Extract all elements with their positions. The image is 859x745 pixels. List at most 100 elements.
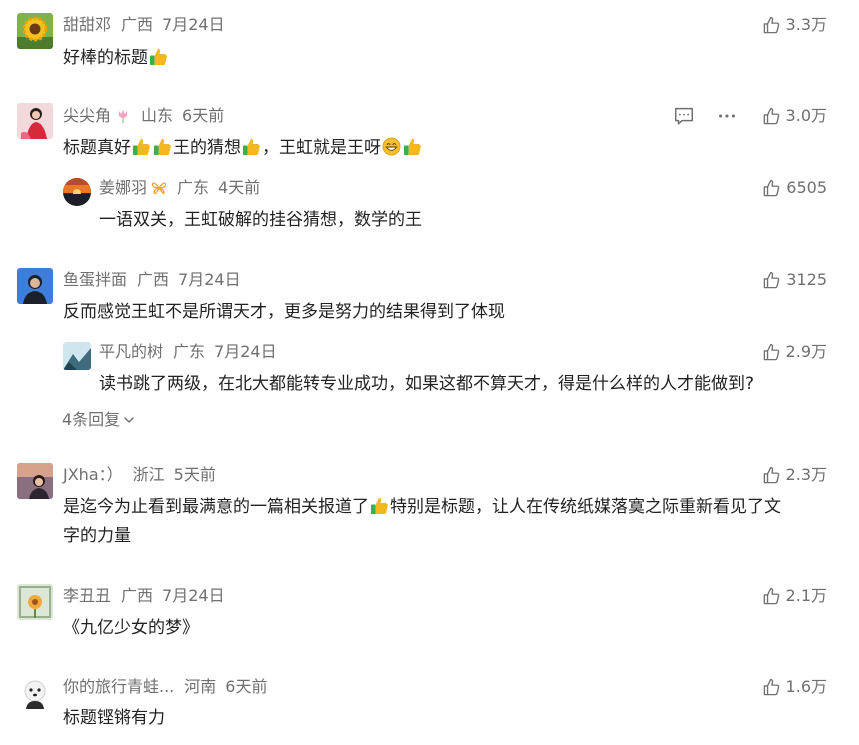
landscape-avatar: [63, 342, 91, 370]
avatar[interactable]: [17, 584, 53, 620]
avatar[interactable]: [17, 463, 53, 499]
location: 广西: [137, 270, 170, 289]
thumbs-up-emoji: [149, 47, 168, 66]
comment-text-part: ，王虹就是王呀: [262, 138, 381, 158]
location: 山东: [141, 106, 174, 125]
avatar[interactable]: [63, 342, 91, 370]
like-count: 3125: [786, 270, 827, 289]
like-button[interactable]: 1.6万: [762, 677, 827, 697]
location: 河南: [184, 677, 217, 696]
thumbs-up-emoji: [132, 137, 151, 156]
location: 广东: [177, 178, 210, 197]
avatar[interactable]: [17, 268, 53, 304]
comment-meta: 李丑丑 广西 7月24日: [63, 586, 225, 606]
thumbs-up-icon: [762, 587, 781, 606]
username[interactable]: 李丑丑: [63, 586, 111, 606]
timestamp: 7月24日: [162, 586, 225, 605]
comment-text: 标题铿锵有力: [63, 708, 165, 728]
like-button[interactable]: 6505: [762, 178, 827, 198]
username[interactable]: 甜甜邓: [63, 15, 111, 35]
comment-meta: 鱼蛋拌面 广西 7月24日: [63, 270, 241, 290]
timestamp: 6天前: [225, 677, 268, 696]
location: 广西: [121, 586, 154, 605]
reply-text: 一语双关，王虹破解的挂谷猜想，数学的王: [99, 210, 422, 230]
username[interactable]: 尖尖角: [63, 106, 111, 126]
blue-man-avatar: [17, 268, 53, 304]
thumbs-up-icon: [762, 343, 781, 362]
comment-text: 好棒的标题: [63, 44, 169, 73]
thumbs-up-icon: [762, 271, 781, 290]
username[interactable]: 鱼蛋拌面: [63, 270, 127, 290]
more-replies-link[interactable]: 4条回复: [62, 409, 135, 431]
like-button[interactable]: 2.3万: [762, 465, 827, 485]
location: 广东: [173, 342, 206, 361]
thumbs-up-emoji: [153, 137, 172, 156]
like-count: 2.1万: [785, 586, 827, 605]
woman-red-dress-avatar: [17, 103, 53, 139]
comment-meta: 你的旅行青蛙... 河南 6天前: [63, 677, 267, 697]
comment-text: 《九亿少女的梦》: [63, 618, 199, 638]
comment-text-part: 是迄今为止看到最满意的一篇相关报道了: [63, 497, 369, 517]
avatar[interactable]: [17, 13, 53, 49]
more-replies-label: 4条回复: [62, 410, 121, 429]
butterfly-icon: [151, 180, 167, 196]
sunflower-avatar: [17, 13, 53, 49]
username[interactable]: 平凡的树: [99, 342, 163, 362]
white-dog-avatar: [17, 675, 53, 711]
girl-dusk-avatar: [17, 463, 53, 499]
tulip-icon: [115, 108, 131, 124]
comment-text: 反而感觉王虹不是所谓天才，更多是努力的结果得到了体现: [63, 302, 505, 322]
thumbs-up-icon: [762, 466, 781, 485]
thumbs-up-emoji: [403, 137, 422, 156]
avatar[interactable]: [17, 675, 53, 711]
thumbs-up-icon: [762, 16, 781, 35]
thumbs-up-icon: [762, 678, 781, 697]
sunset-avatar: [63, 178, 91, 206]
thumbs-up-emoji: [242, 137, 261, 156]
timestamp: 7月24日: [178, 270, 241, 289]
reply-text: 读书跳了两级，在北大都能转专业成功，如果这都不算天才，得是什么样的人才能做到?: [99, 374, 755, 394]
comment-text-part: 特别是标题，让人在传统纸媒落寞之际重新看见了文: [390, 497, 781, 517]
more-dots-icon[interactable]: [716, 105, 738, 127]
flower-window-avatar: [17, 584, 53, 620]
like-button[interactable]: 3125: [762, 270, 827, 290]
comment-meta: JXha：） 浙江 5天前: [63, 465, 216, 485]
timestamp: 7月24日: [162, 15, 225, 34]
chevron-down-icon: [123, 414, 135, 426]
like-count: 3.3万: [785, 15, 827, 34]
thumbs-up-icon: [762, 107, 781, 126]
like-button[interactable]: 3.0万: [762, 106, 827, 126]
like-count: 3.0万: [785, 106, 827, 125]
thumbs-up-icon: [762, 179, 781, 198]
reply-meta: 平凡的树 广东 7月24日: [99, 342, 277, 362]
comment-text-part: 王的猜想: [173, 138, 241, 158]
grinning-emoji: [382, 137, 401, 156]
username[interactable]: 姜娜羽: [99, 178, 147, 198]
username[interactable]: 你的旅行青蛙...: [63, 677, 174, 697]
comment-meta: 尖尖角 山东 6天前: [63, 106, 224, 126]
comment-text-line2: 字的力量: [63, 526, 131, 546]
comment-bubble-icon[interactable]: [673, 105, 695, 127]
timestamp: 7月24日: [214, 342, 277, 361]
comment-text-part: 标题真好: [63, 138, 131, 158]
timestamp: 6天前: [182, 106, 225, 125]
comment-text: 是迄今为止看到最满意的一篇相关报道了 特别是标题，让人在传统纸媒落寞之际重新看见了…: [63, 493, 833, 522]
like-count: 2.9万: [785, 342, 827, 361]
comment-list: 甜甜邓 广西 7月24日 好棒的标题 3.3万 尖尖角 山东 6天前 3.0万: [0, 0, 859, 745]
location: 浙江: [132, 465, 165, 484]
like-button[interactable]: 3.3万: [762, 15, 827, 35]
like-count: 6505: [786, 178, 827, 197]
reply-meta: 姜娜羽 广东 4天前: [99, 178, 260, 198]
like-count: 2.3万: [785, 465, 827, 484]
timestamp: 4天前: [218, 178, 261, 197]
like-button[interactable]: 2.1万: [762, 586, 827, 606]
username[interactable]: JXha：）: [63, 465, 123, 485]
comment-text: 标题真好 王的猜想 ，王虹就是王呀: [63, 134, 423, 163]
avatar[interactable]: [63, 178, 91, 206]
avatar[interactable]: [17, 103, 53, 139]
like-count: 1.6万: [785, 677, 827, 696]
thumbs-up-emoji: [370, 496, 389, 515]
timestamp: 5天前: [173, 465, 216, 484]
like-button[interactable]: 2.9万: [762, 342, 827, 362]
location: 广西: [121, 15, 154, 34]
